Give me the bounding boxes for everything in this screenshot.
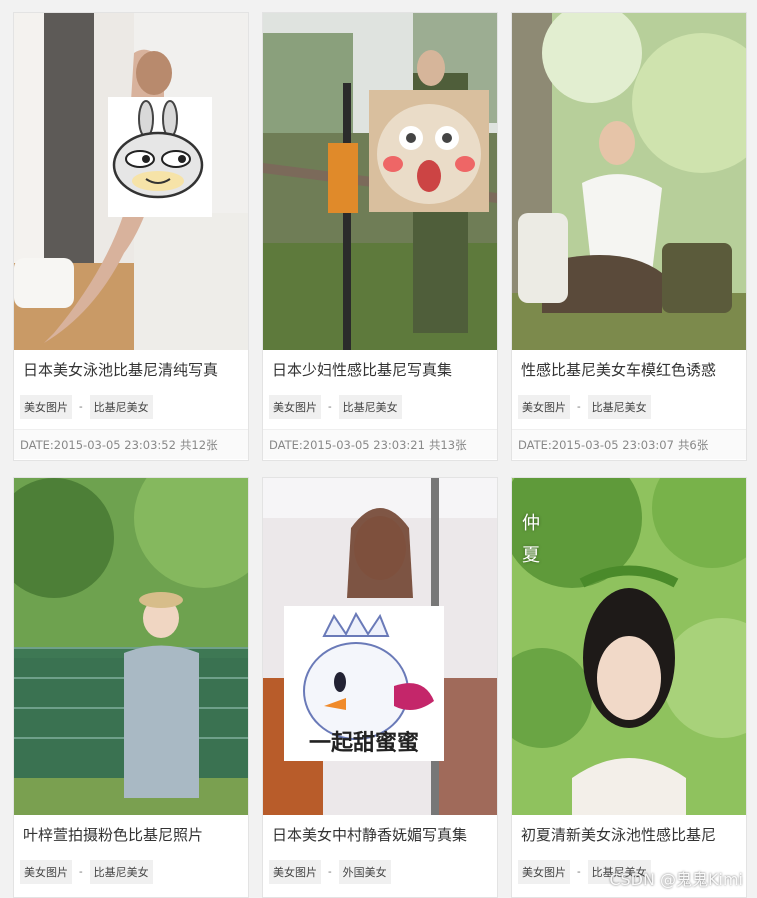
csdn-watermark: CSDN @鬼鬼Kimi [609,870,743,889]
card-photo[interactable] [263,13,497,350]
category-tag[interactable]: 比基尼美女 [338,395,402,419]
card-date: DATE:2015-03-05 23:03:52 [20,438,176,452]
gallery-card[interactable]: 叶梓萱拍摄粉色比基尼照片 美女图片 - 比基尼美女 [13,477,249,898]
card-photo[interactable] [14,13,248,350]
card-photo[interactable] [512,13,746,350]
category-tag[interactable]: 美女图片 [518,395,570,419]
caption-char: 夏 [522,545,540,566]
category-tag[interactable]: 美女图片 [20,860,72,884]
gallery-card[interactable]: 日本美女泳池比基尼清纯写真 美女图片 - 比基尼美女 DATE:2015-03-… [13,12,249,461]
category-tag[interactable]: 美女图片 [518,860,570,884]
gallery-card[interactable]: 性感比基尼美女车模红色诱惑 美女图片 - 比基尼美女 DATE:2015-03-… [511,12,747,461]
category-tag[interactable]: 美女图片 [269,395,321,419]
tag-separator: - [328,401,332,413]
card-title[interactable]: 性感比基尼美女车模红色诱惑 [512,350,746,390]
photo-count: 共6张 [677,438,709,452]
snowman-sticker: 一起甜蜜蜜 [284,606,444,761]
card-title[interactable]: 日本少妇性感比基尼写真集 [263,350,497,390]
card-tags: 美女图片 - 外国美女 [263,858,497,886]
card-date: DATE:2015-03-05 23:03:21 [269,438,425,452]
tag-separator: - [328,866,332,878]
category-tag[interactable]: 外国美女 [338,860,391,884]
gallery-card[interactable]: 仲 夏 初夏清新美女泳池性感比基尼 美女图片 - 比基尼美女 [511,477,747,898]
cat-sticker [369,90,489,212]
gallery-card[interactable]: 日本少妇性感比基尼写真集 美女图片 - 比基尼美女 DATE:2015-03-0… [262,12,498,461]
card-tags: 美女图片 - 比基尼美女 [512,393,746,421]
card-title[interactable]: 叶梓萱拍摄粉色比基尼照片 [14,815,248,855]
sticker-caption: 一起甜蜜蜜 [308,731,419,756]
card-meta: DATE:2015-03-05 23:03:07 共6张 [512,429,746,459]
photo-caption: 仲 夏 [520,508,542,572]
card-photo[interactable] [14,478,248,815]
caption-char: 仲 [522,513,540,534]
card-title[interactable]: 初夏清新美女泳池性感比基尼 [512,815,746,855]
emoji-sticker [108,97,212,217]
card-meta: DATE:2015-03-05 23:03:52 共12张 [14,429,248,459]
tag-separator: - [577,866,581,878]
category-tag[interactable]: 比基尼美女 [89,395,153,419]
category-tag[interactable]: 比基尼美女 [587,395,651,419]
card-title[interactable]: 日本美女泳池比基尼清纯写真 [14,350,248,390]
category-tag[interactable]: 美女图片 [269,860,321,884]
photo-grid: 日本美女泳池比基尼清纯写真 美女图片 - 比基尼美女 DATE:2015-03-… [0,0,757,898]
photo-count: 共13张 [428,438,467,452]
gallery-card[interactable]: 一起甜蜜蜜 日本美女中村静香妩媚写真集 美女图片 - 外国美女 [262,477,498,898]
card-tags: 美女图片 - 比基尼美女 [14,393,248,421]
tag-separator: - [79,866,83,878]
card-meta: DATE:2015-03-05 23:03:21 共13张 [263,429,497,459]
category-tag[interactable]: 比基尼美女 [89,860,153,884]
card-date: DATE:2015-03-05 23:03:07 [518,438,674,452]
card-tags: 美女图片 - 比基尼美女 [14,858,248,886]
tag-separator: - [79,401,83,413]
tag-separator: - [577,401,581,413]
card-tags: 美女图片 - 比基尼美女 [263,393,497,421]
category-tag[interactable]: 美女图片 [20,395,72,419]
card-photo[interactable]: 仲 夏 [512,478,746,815]
card-title[interactable]: 日本美女中村静香妩媚写真集 [263,815,497,855]
photo-count: 共12张 [179,438,218,452]
card-photo[interactable]: 一起甜蜜蜜 [263,478,497,815]
